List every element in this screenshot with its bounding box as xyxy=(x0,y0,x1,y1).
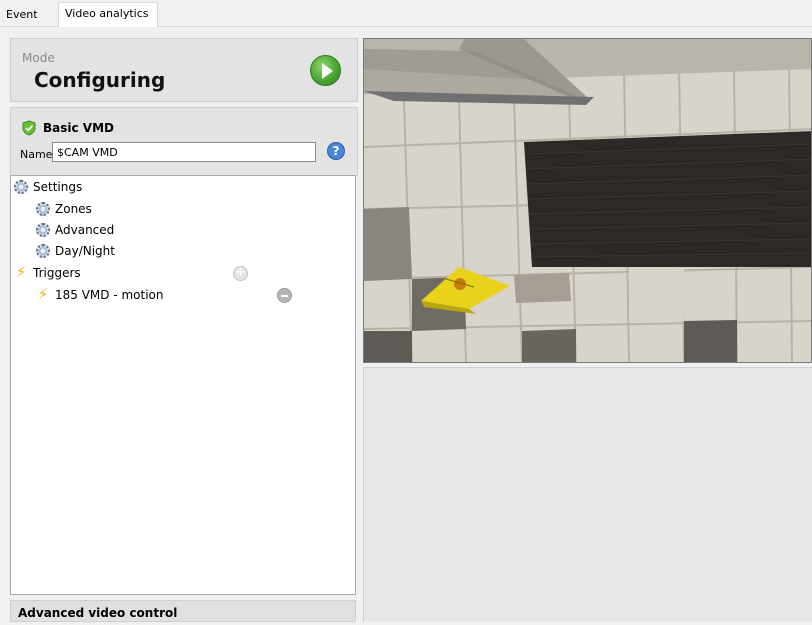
play-icon[interactable] xyxy=(310,55,341,86)
lower-panel xyxy=(363,367,812,622)
tab-video-analytics[interactable]: Video analytics xyxy=(58,2,158,27)
tree-item-day-night[interactable]: Day/Night xyxy=(36,241,115,261)
bolt-icon: ⚡ xyxy=(37,285,49,303)
tree-item-label: Zones xyxy=(55,202,92,216)
camera-image xyxy=(364,39,811,362)
gear-icon xyxy=(14,180,28,194)
help-icon[interactable]: ? xyxy=(327,142,345,160)
tree-item-settings[interactable]: Settings xyxy=(14,177,82,197)
tree-item-label: Triggers xyxy=(33,266,81,280)
tree-item-advanced[interactable]: Advanced xyxy=(36,220,114,240)
tree-item-triggers[interactable]: ⚡ Triggers xyxy=(14,262,81,282)
gear-icon xyxy=(36,202,50,216)
shield-icon xyxy=(22,120,36,136)
name-label: Name xyxy=(20,148,53,161)
tree-item-label: Advanced xyxy=(55,223,115,237)
remove-trigger-button[interactable] xyxy=(277,288,292,303)
gear-icon xyxy=(36,223,50,237)
mode-value: Configuring xyxy=(34,68,166,92)
advanced-video-control-header[interactable]: Advanced video control xyxy=(10,600,356,622)
tab-bar: Event Video analytics xyxy=(0,0,812,27)
mode-label: Mode xyxy=(22,51,55,65)
gear-icon xyxy=(36,244,50,258)
left-panel: Mode Configuring Basic VMD Name ? Settin… xyxy=(10,38,358,622)
basic-vmd-panel: Basic VMD Name ? xyxy=(10,107,358,176)
tree-item-zones[interactable]: Zones xyxy=(36,199,92,219)
tree-item-label: Settings xyxy=(33,180,83,194)
vmd-title: Basic VMD xyxy=(43,121,114,135)
mode-panel: Mode Configuring xyxy=(10,38,358,102)
add-trigger-button[interactable]: + xyxy=(233,266,248,281)
tree-item-label: Day/Night xyxy=(55,244,115,258)
tree-item-trigger-185[interactable]: ⚡ 185 VMD - motion xyxy=(36,284,164,304)
video-preview[interactable] xyxy=(363,38,812,363)
tab-event[interactable]: Event xyxy=(0,4,54,26)
name-input[interactable] xyxy=(52,142,316,162)
settings-tree: Settings Zones Advanced Day/Night ⚡ Trigg… xyxy=(10,175,356,595)
triggers-icon: ⚡ xyxy=(15,263,27,281)
tree-item-label: 185 VMD - motion xyxy=(55,288,164,302)
